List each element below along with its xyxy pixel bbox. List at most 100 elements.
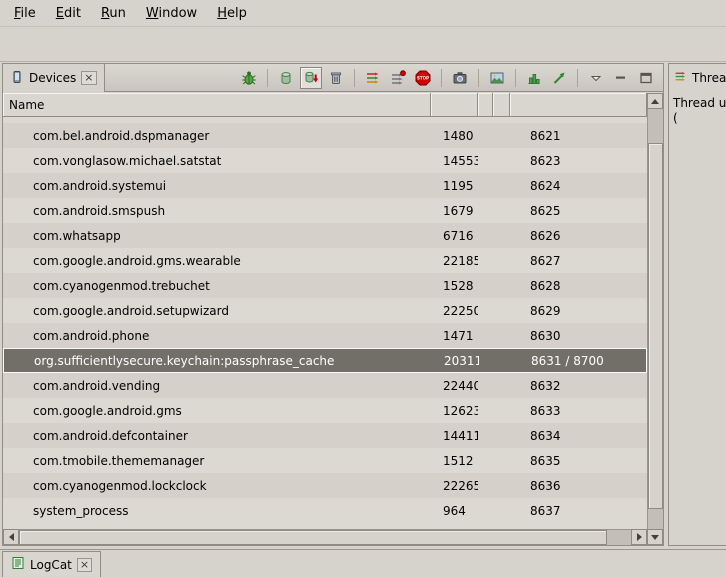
triangle-left-icon <box>9 533 14 541</box>
sysinfo-button[interactable] <box>523 67 545 89</box>
threads-icon <box>365 70 381 86</box>
table-row[interactable]: com.android.systemui11958624 <box>3 173 647 198</box>
menu-help[interactable]: Help <box>207 2 257 25</box>
maximize-button[interactable] <box>635 67 657 89</box>
process-pid: 12623 <box>431 404 478 418</box>
logcat-icon <box>11 556 25 573</box>
table-row[interactable]: com.vonglasow.michael.satstat145538623 <box>3 148 647 173</box>
update-heap-button[interactable] <box>275 67 297 89</box>
process-pid: 6716 <box>431 229 478 243</box>
chart-icon <box>526 70 542 86</box>
svg-text:STOP: STOP <box>417 76 429 81</box>
tab-threads[interactable]: Threads <box>669 64 726 92</box>
view-menu-button[interactable] <box>585 67 607 89</box>
table-row[interactable]: com.tmobile.thememanager15128635 <box>3 448 647 473</box>
tab-threads-label: Threads <box>692 71 726 85</box>
process-name: com.cyanogenmod.lockclock <box>3 479 431 493</box>
table-row[interactable]: com.cyanogenmod.lockclock222658636 <box>3 473 647 498</box>
table-row[interactable]: com.whatsapp67168626 <box>3 223 647 248</box>
process-port: 8624 <box>510 179 647 193</box>
process-pid: 20311 <box>432 354 479 368</box>
table-row[interactable]: com.google.android.gms.wearable221858627 <box>3 248 647 273</box>
tab-logcat-label: LogCat <box>30 558 72 572</box>
cause-gc-button[interactable] <box>325 67 347 89</box>
table-row[interactable]: com.android.smspush16798625 <box>3 198 647 223</box>
threads-header: Threads <box>669 64 726 92</box>
menu-window-label: indow <box>158 6 197 21</box>
table-row[interactable]: com.google.android.setupwizard222508629 <box>3 298 647 323</box>
update-threads-button[interactable] <box>362 67 384 89</box>
main-toolbar-empty <box>0 27 726 62</box>
menu-run[interactable]: Run <box>91 2 136 25</box>
debug-process-button[interactable] <box>238 67 260 89</box>
minimize-button[interactable] <box>610 67 632 89</box>
menu-file[interactable]: File <box>4 2 46 25</box>
devices-toolbar: STOP <box>238 66 657 90</box>
scroll-up-button[interactable] <box>647 93 663 109</box>
table-row[interactable]: org.sufficientlysecure.keychain:passphra… <box>3 348 647 373</box>
tab-logcat[interactable]: LogCat × <box>2 551 101 577</box>
scroll-down-button[interactable] <box>647 529 663 545</box>
toolbar-separator <box>267 69 268 87</box>
process-port: 8626 <box>510 229 647 243</box>
hprof-icon <box>303 70 319 86</box>
hierarchy-view-button[interactable] <box>548 67 570 89</box>
screen-capture-button[interactable] <box>449 67 471 89</box>
process-pid: 1512 <box>431 454 478 468</box>
scroll-right-button[interactable] <box>631 529 647 545</box>
table-header: Name <box>3 93 647 117</box>
column-header-pid[interactable] <box>431 93 478 117</box>
toolbar-separator <box>441 69 442 87</box>
table-row[interactable]: system_process9648637 <box>3 498 647 523</box>
bottom-tab-bar: LogCat × <box>0 549 726 577</box>
table-row[interactable]: com.android.phone14718630 <box>3 323 647 348</box>
method-profiling-button[interactable] <box>387 67 409 89</box>
minimize-icon <box>613 70 629 86</box>
process-name: com.android.vending <box>3 379 431 393</box>
process-name: com.android.phone <box>3 329 431 343</box>
trash-icon <box>328 70 344 86</box>
close-icon[interactable]: × <box>81 71 96 85</box>
horizontal-scrollbar-thumb[interactable] <box>19 530 607 545</box>
stop-process-button[interactable]: STOP <box>412 67 434 89</box>
process-name: com.cyanogenmod.trebuchet <box>3 279 431 293</box>
devices-view: Devices × <box>2 63 664 546</box>
table-row[interactable]: com.cyanogenmod.trebuchet15288628 <box>3 273 647 298</box>
menu-file-label: ile <box>21 6 36 21</box>
process-pid: 22250 <box>431 304 478 318</box>
maximize-icon <box>638 70 654 86</box>
close-icon[interactable]: × <box>77 558 92 572</box>
menu-edit[interactable]: Edit <box>46 2 91 25</box>
menu-bar: File Edit Run Window Help <box>0 0 726 27</box>
camera-icon <box>452 70 468 86</box>
horizontal-scrollbar[interactable] <box>3 529 647 545</box>
screen-record-button[interactable] <box>486 67 508 89</box>
triangle-up-icon <box>651 99 659 104</box>
scroll-left-button[interactable] <box>3 529 19 545</box>
vertical-scrollbar[interactable] <box>647 93 663 545</box>
toolbar-separator <box>354 69 355 87</box>
process-pid: 1471 <box>431 329 478 343</box>
menu-window[interactable]: Window <box>136 2 207 25</box>
column-header-name[interactable]: Name <box>3 93 431 117</box>
table-row[interactable]: com.android.vending224408632 <box>3 373 647 398</box>
tab-devices[interactable]: Devices × <box>3 64 105 92</box>
device-icon <box>10 70 24 87</box>
column-header-port[interactable] <box>510 93 647 117</box>
heap-icon <box>278 70 294 86</box>
vertical-scrollbar-thumb[interactable] <box>648 143 663 509</box>
process-port: 8623 <box>510 154 647 168</box>
process-port: 8621 <box>510 129 647 143</box>
dump-hprof-button[interactable] <box>300 67 322 89</box>
column-header-4[interactable] <box>493 93 510 117</box>
process-port: 8635 <box>510 454 647 468</box>
table-row[interactable]: com.google.android.gms126238633 <box>3 398 647 423</box>
process-name: system_process <box>3 504 431 518</box>
process-name: org.sufficientlysecure.keychain:passphra… <box>4 354 432 368</box>
stop-icon: STOP <box>415 70 431 86</box>
table-row[interactable]: com.android.defcontainer144118634 <box>3 423 647 448</box>
process-pid: 22440 <box>431 379 478 393</box>
table-row[interactable]: com.bel.android.dspmanager14808621 <box>3 123 647 148</box>
column-header-3[interactable] <box>478 93 493 117</box>
process-pid: 1679 <box>431 204 478 218</box>
